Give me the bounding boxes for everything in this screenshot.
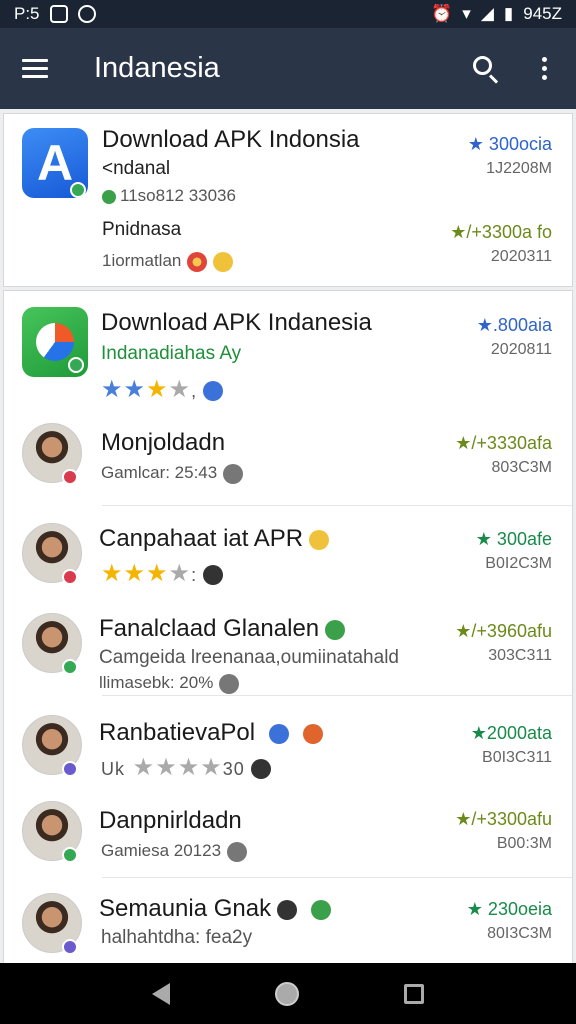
recents-icon[interactable] xyxy=(403,983,424,1004)
app-title: Download APK Indonsia xyxy=(102,126,360,153)
item-meta: Gamlcar: 25:43 xyxy=(101,463,244,484)
tag-icon xyxy=(219,673,240,694)
signal-icon: ◢ xyxy=(480,4,494,23)
list-item[interactable]: Fanalclaad Glanalen Camgeida lreenanaa,o… xyxy=(4,597,572,697)
wifi-icon: ▾ xyxy=(462,4,471,23)
rating-stars: ★★★★, xyxy=(101,375,224,404)
badge-icon xyxy=(303,723,324,744)
refresh-icon xyxy=(250,758,271,779)
hamburger-menu-icon[interactable] xyxy=(22,50,60,88)
list-item[interactable]: RanbatievaPol Uk ★★★★30 ★2000ata B0I3C31… xyxy=(4,697,572,787)
download-count: ★/+3960afu xyxy=(455,621,552,641)
tag-icon xyxy=(227,841,248,862)
status-badge-icon xyxy=(62,847,78,863)
app-info: 1iormatlan xyxy=(102,251,234,272)
globe-icon xyxy=(213,251,234,272)
item-title: RanbatievaPol xyxy=(99,719,324,747)
file-size: 2020811 xyxy=(490,341,552,358)
status-badge-icon xyxy=(62,939,78,955)
app-bar: Indanesia xyxy=(0,28,576,109)
app-list: A Download APK Indonsia <ndanal 11so812 … xyxy=(0,109,576,963)
alarm-icon: ⏰ xyxy=(431,4,453,23)
rating-icon xyxy=(187,251,208,272)
refresh-icon xyxy=(203,564,224,585)
battery-icon: ▮ xyxy=(503,4,514,23)
item-meta: Gamiesa 20123 xyxy=(101,841,248,862)
file-size: B00:3M xyxy=(496,835,552,852)
download-count: ★ 230oeia xyxy=(466,899,552,919)
list-item[interactable]: Canpahaat iat APR ★★★★: ★ 300afe B0I2C3M xyxy=(4,507,572,597)
status-badge-icon xyxy=(62,761,78,777)
download-count: ★/+3330afa xyxy=(455,433,552,453)
status-bar: P:5 ⏰ ▾ ◢ ▮ 945Z xyxy=(0,0,576,28)
item-subtitle: halhahtdha: fea2y xyxy=(101,927,253,948)
list-item[interactable]: Danpnirldadn Gamiesa 20123 ★/+3300afu B0… xyxy=(4,787,572,877)
tag-icon xyxy=(223,463,244,484)
item-title: Semaunia Gnak xyxy=(99,895,332,923)
status-badge-icon xyxy=(62,469,78,485)
settings-icon xyxy=(277,899,298,920)
file-size: B0I2C3M xyxy=(485,555,552,572)
download-count: ★ 300afe xyxy=(475,529,552,549)
item-title: Fanalclaad Glanalen xyxy=(99,615,346,643)
battery-level: 945Z xyxy=(523,4,562,23)
file-size: 1J2208M xyxy=(486,160,552,177)
rating-stars: Uk ★★★★30 xyxy=(101,753,271,782)
back-icon[interactable] xyxy=(152,982,171,1005)
app-meta: 11so812 33036 xyxy=(102,186,236,206)
app-developer: Pnidnasa xyxy=(102,219,182,240)
file-size: B0I3C311 xyxy=(482,749,552,766)
page-title: Indanesia xyxy=(94,52,220,84)
rating-stars: ★★★★: xyxy=(101,559,224,588)
item-meta: llimasebk: 20% xyxy=(99,673,240,694)
file-size: 803C3M xyxy=(491,459,552,476)
divider xyxy=(102,505,572,506)
app-card: Download APK Indanesia Indanadiahas Ay ★… xyxy=(3,290,573,963)
item-title: Danpnirldadn xyxy=(99,807,242,834)
item-title: Canpahaat iat APR xyxy=(99,525,330,553)
list-item[interactable]: Semaunia Gnak halhahtdha: fea2y ★ 230oei… xyxy=(4,879,572,963)
download-count: ★ 300ocia xyxy=(467,134,552,154)
list-item[interactable]: Monjoldadn Gamlcar: 25:43 ★/+3330afa 803… xyxy=(4,403,572,503)
download-count: ★2000ata xyxy=(470,723,552,743)
download-count: ★.800aia xyxy=(476,315,552,335)
item-title: Monjoldadn xyxy=(101,429,226,456)
app-card[interactable]: A Download APK Indonsia <ndanal 11so812 … xyxy=(3,113,573,287)
app-title: Download APK Indanesia xyxy=(101,309,372,336)
status-badge-icon xyxy=(62,569,78,585)
status-badge-icon xyxy=(62,659,78,675)
status-time: P:5 xyxy=(14,4,40,23)
colorful-icon xyxy=(311,899,332,920)
refresh-icon xyxy=(203,380,224,401)
download-count: ★/+3300a fo xyxy=(450,222,552,242)
more-options-icon[interactable] xyxy=(534,49,554,89)
file-size: 2020311 xyxy=(490,248,552,265)
app-subtitle: Indanadiahas Ay xyxy=(101,343,242,364)
installed-badge-icon xyxy=(70,182,86,198)
home-icon[interactable] xyxy=(274,981,299,1006)
leaf-icon xyxy=(102,189,116,204)
sync-icon xyxy=(77,5,96,23)
download-count: ★/+3300afu xyxy=(455,809,552,829)
system-navigation-bar xyxy=(0,963,576,1024)
smiley-icon xyxy=(309,529,330,550)
divider xyxy=(102,695,572,696)
notification-icon xyxy=(49,5,68,23)
shield-icon xyxy=(269,723,290,744)
app-subtitle: <ndanal xyxy=(102,158,171,179)
divider xyxy=(102,877,572,878)
installed-badge-icon xyxy=(68,357,84,373)
list-item[interactable]: Download APK Indanesia Indanadiahas Ay ★… xyxy=(4,291,572,404)
file-size: 303C311 xyxy=(488,647,552,664)
file-size: 80I3C3M xyxy=(487,925,552,942)
item-subtitle: Camgeida lreenanaa,oumiinatahald xyxy=(99,647,399,668)
search-icon[interactable] xyxy=(466,49,506,89)
check-icon xyxy=(325,619,346,640)
